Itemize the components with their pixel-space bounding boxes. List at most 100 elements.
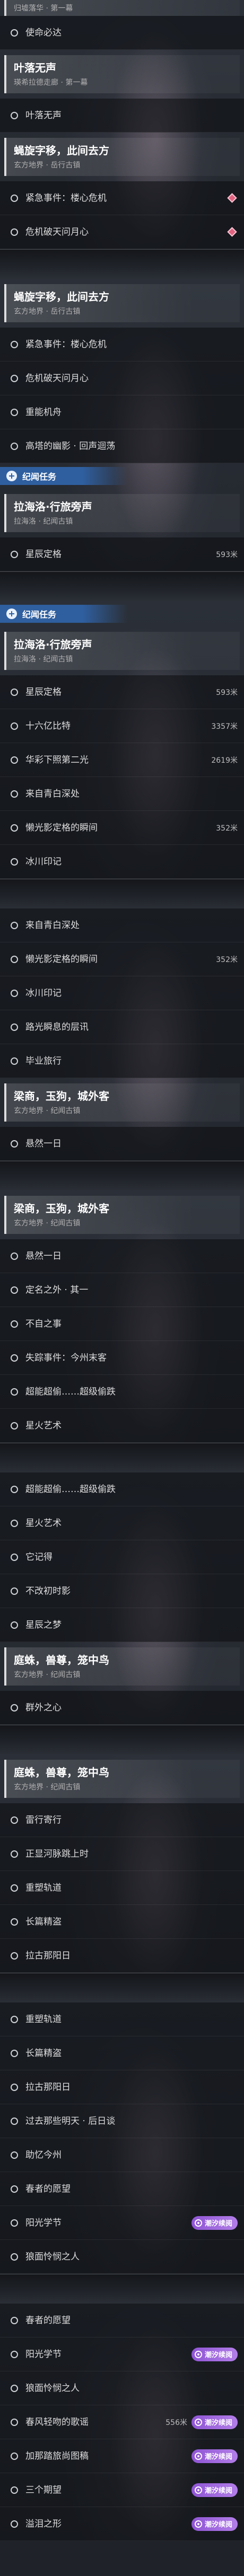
- quest-item[interactable]: 定名之外 · 其一: [0, 1273, 244, 1307]
- quest-item[interactable]: 紧急事件：楼心危机: [0, 328, 244, 361]
- quest-name: 星辰定格: [25, 687, 62, 698]
- wave-icon: [194, 2520, 202, 2528]
- quest-group-header[interactable]: 蝇旋字移，此间去方 玄方地界 · 岳行古镇: [0, 133, 244, 181]
- quest-item[interactable]: 星火艺术: [0, 1506, 244, 1540]
- quest-item[interactable]: 紧急事件：楼心危机: [0, 181, 244, 215]
- tide-badge[interactable]: 潮汐续阅: [191, 2517, 238, 2531]
- quest-item[interactable]: 溢泪之形 潮汐续阅: [0, 2507, 244, 2541]
- quest-item[interactable]: 危机破天问月心: [0, 361, 244, 395]
- quest-name: 正显河脉跳上时: [25, 1849, 89, 1859]
- quest-group-header-partial[interactable]: 归墟落华 · 第一幕: [0, 0, 244, 16]
- ring-icon: [11, 1286, 18, 1294]
- quest-item[interactable]: 毕业旅行: [0, 1044, 244, 1078]
- quest-group-location: 拉海洛 · 纪闻古镇: [14, 517, 73, 526]
- quest-item[interactable]: 春风轻吻的歌谣 556米 潮汐续阅: [0, 2405, 244, 2439]
- ring-icon: [11, 2151, 18, 2159]
- quest-item[interactable]: 阳光学节 潮汐续阅: [0, 2337, 244, 2371]
- quest-item[interactable]: 群外之心: [0, 1691, 244, 1725]
- quest-name: 懒光影定格的瞬间: [25, 823, 98, 833]
- category-chip: 纪闻任务: [0, 605, 127, 623]
- quest-item[interactable]: 高塔的幽影 · 回声迴荡: [0, 429, 244, 463]
- quest-group-header[interactable]: 蝇旋字移，此间去方 玄方地界 · 岳行古镇: [0, 279, 244, 328]
- quest-item[interactable]: 狼面怜悯之人: [0, 2240, 244, 2274]
- quest-item[interactable]: 华彩下照第二光 2619米: [0, 743, 244, 777]
- quest-group-header[interactable]: 拉海洛·行旅旁声 拉海洛 · 纪闻古镇: [0, 489, 244, 537]
- screenshot-seam: [0, 1973, 244, 2002]
- quest-group-header[interactable]: 庭蛛，兽尊，笼中鸟玄方地界 · 纪闻古镇: [0, 1754, 244, 1803]
- quest-item[interactable]: 加那踏旅尚图稿 潮汐续阅: [0, 2439, 244, 2473]
- quest-group-title: 梁商，玉狗，城外客: [14, 1202, 109, 1215]
- quest-item[interactable]: 重塑轨道: [0, 1871, 244, 1905]
- quest-item[interactable]: 危机破天问月心: [0, 215, 244, 249]
- quest-group-header[interactable]: 庭蛛，兽尊，笼中鸟 玄方地界 · 纪闻古镇: [0, 1642, 244, 1691]
- quest-group-header[interactable]: 梁商，玉狗，城外客 玄方地界 · 纪闻古镇: [0, 1190, 244, 1239]
- quest-item[interactable]: 星辰之梦: [0, 1608, 244, 1642]
- quest-item[interactable]: 春者的愿望: [0, 2172, 244, 2206]
- quest-item[interactable]: 拉古那阳日: [0, 2070, 244, 2104]
- quest-item[interactable]: 路光瞬息的层讯: [0, 1010, 244, 1044]
- quest-item[interactable]: 超能超偷……超级偷跌: [0, 1375, 244, 1409]
- ring-icon: [11, 1850, 18, 1858]
- wave-icon: [194, 2452, 202, 2460]
- quest-item[interactable]: 冰川印记: [0, 976, 244, 1010]
- quest-name: 星火艺术: [25, 1518, 62, 1529]
- quest-item[interactable]: 狼面怜悯之人: [0, 2371, 244, 2405]
- quest-name: 不改初时影: [25, 1586, 71, 1596]
- quest-item[interactable]: 长篇精盗: [0, 1905, 244, 1939]
- quest-item[interactable]: 超能超偷……超级偷跌: [0, 1472, 244, 1506]
- quest-list-panel: 重塑轨道 长篇精盗 拉古那阳日 过去那些明天 · 后日谈 助忆今州 春者的愿望 阳光学节 潮汐…: [0, 2002, 244, 2274]
- quest-item[interactable]: 懒光影定格的瞬间 352米: [0, 811, 244, 845]
- quest-item[interactable]: 长篇精盗: [0, 2036, 244, 2070]
- quest-item[interactable]: 过去那些明天 · 后日谈: [0, 2104, 244, 2138]
- quest-item[interactable]: 重能机舟: [0, 395, 244, 429]
- category-header[interactable]: 纪闻任务: [0, 601, 244, 627]
- category-header[interactable]: 纪闻任务: [0, 463, 244, 489]
- quest-name: 紧急事件：楼心危机: [25, 193, 107, 204]
- tide-badge[interactable]: 潮汐续阅: [191, 2449, 238, 2463]
- quest-name: 重塑轨道: [25, 1883, 62, 1893]
- quest-item[interactable]: 失踪事件：今州末客: [0, 1341, 244, 1375]
- tide-badge[interactable]: 潮汐续阅: [191, 2216, 238, 2230]
- quest-item[interactable]: 十六亿比特 3357米: [0, 709, 244, 743]
- quest-name: 路光瞬息的层讯: [25, 1022, 89, 1033]
- quest-item[interactable]: 星辰定格 593米: [0, 675, 244, 709]
- quest-item[interactable]: 阳光学节 潮汐续阅: [0, 2206, 244, 2240]
- quest-item[interactable]: 悬然一日: [0, 1239, 244, 1273]
- quest-name: 阳光学节: [25, 2349, 62, 2360]
- quest-name: 冰川印记: [25, 857, 62, 867]
- quest-item[interactable]: 叶落无声: [0, 99, 244, 133]
- quest-group-title: 庭蛛，兽尊，笼中鸟: [14, 1766, 109, 1779]
- tide-badge[interactable]: 潮汐续阅: [191, 2483, 238, 2497]
- quest-item[interactable]: 懒光影定格的瞬间 352米: [0, 942, 244, 976]
- quest-item[interactable]: 星火艺术: [0, 1409, 244, 1443]
- quest-group-location: 玄方地界 · 纪闻古镇: [14, 1783, 81, 1792]
- quest-item[interactable]: 不改初时影: [0, 1574, 244, 1608]
- quest-item[interactable]: 三个期望 潮汐续阅: [0, 2473, 244, 2507]
- quest-item[interactable]: 助忆今州: [0, 2138, 244, 2172]
- quest-item[interactable]: 不自之事: [0, 1307, 244, 1341]
- category-label: 纪闻任务: [22, 472, 57, 482]
- screenshot-seam: [0, 571, 244, 601]
- quest-group-header[interactable]: 叶落无声 瑛希拉德走廊 · 第一幕: [0, 50, 244, 99]
- quest-name: 三个期望: [25, 2485, 62, 2495]
- quest-group-header[interactable]: 拉海洛·行旅旁声 拉海洛 · 纪闻古镇: [0, 627, 244, 675]
- tide-badge[interactable]: 潮汐续阅: [191, 2415, 238, 2429]
- screenshot-seam: [0, 2274, 244, 2304]
- quest-item[interactable]: 来自青白深处: [0, 908, 244, 942]
- quest-item[interactable]: 冰川印记: [0, 845, 244, 879]
- quest-item[interactable]: 重塑轨道: [0, 2002, 244, 2036]
- ring-icon: [11, 1554, 18, 1561]
- quest-item[interactable]: 拉古那阳日: [0, 1939, 244, 1973]
- quest-item[interactable]: 星辰定格 593米: [0, 537, 244, 571]
- quest-item[interactable]: 正显河脉跳上时: [0, 1837, 244, 1871]
- quest-item-meta: 352米: [216, 954, 244, 965]
- quest-item[interactable]: 来自青白深处: [0, 777, 244, 811]
- ring-icon: [11, 1621, 18, 1629]
- tide-badge[interactable]: 潮汐续阅: [191, 2347, 238, 2361]
- quest-item[interactable]: 雷行寄行: [0, 1803, 244, 1837]
- quest-item[interactable]: 它记得: [0, 1540, 244, 1574]
- quest-group-header[interactable]: 梁商，玉狗，城外客 玄方地界 · 纪闻古镇: [0, 1078, 244, 1127]
- quest-item[interactable]: 使命必达: [0, 16, 244, 50]
- quest-item[interactable]: 春者的愿望: [0, 2304, 244, 2337]
- quest-item[interactable]: 悬然一日: [0, 1127, 244, 1161]
